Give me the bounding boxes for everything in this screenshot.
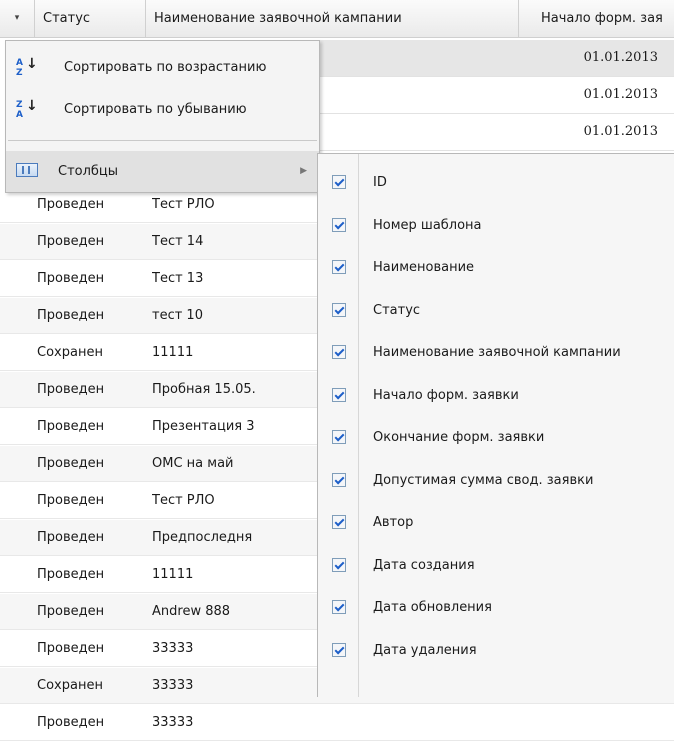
column-checkbox[interactable]	[332, 600, 346, 614]
campaign-name-cell: 33333	[152, 641, 194, 656]
column-toggle-label: Дата удаления	[373, 642, 477, 658]
column-menu-arrow-icon[interactable]: ▾	[0, 0, 34, 37]
status-cell: Проведен	[37, 382, 105, 397]
columns-label: Столбцы	[58, 164, 119, 179]
campaign-name-cell: 11111	[152, 567, 194, 582]
status-cell: Проведен	[37, 234, 105, 249]
grid-header: ▾ Статус Наименование заявочной кампании…	[0, 0, 674, 38]
column-checkbox[interactable]	[332, 472, 346, 487]
sort-descending-item[interactable]: Z A ↓ Сортировать по убыванию	[6, 89, 319, 131]
column-toggle-label: Статус	[373, 302, 421, 318]
column-checkbox[interactable]	[332, 387, 346, 402]
columns-menu-item[interactable]: Столбцы ▶	[6, 151, 319, 192]
column-checkbox[interactable]	[332, 345, 346, 359]
column-toggle-item[interactable]: Окончание форм. заявки	[318, 417, 673, 459]
campaign-name-cell: Предпоследня	[152, 530, 253, 545]
column-toggle-item[interactable]: Номер шаблона	[318, 205, 673, 247]
campaign-name-cell: Презентация 3	[152, 419, 255, 434]
sort-ascending-label: Сортировать по возрастанию	[64, 60, 267, 75]
menu-divider	[8, 140, 317, 141]
sort-descending-label: Сортировать по убыванию	[64, 102, 247, 117]
campaign-name-cell: Тест 14	[152, 234, 204, 249]
start-date-cell: 01.01.2013	[583, 50, 658, 65]
column-checkbox[interactable]	[332, 217, 346, 232]
start-date-cell: 01.01.2013	[583, 87, 658, 102]
column-toggle-label: Начало форм. заявки	[373, 387, 519, 403]
campaign-name-cell: ОМС на май	[152, 456, 234, 471]
table-row[interactable]: Проведен 33333	[0, 705, 674, 741]
status-cell: Проведен	[37, 604, 105, 619]
column-toggle-label: Наименование	[373, 260, 475, 275]
table-row[interactable]: 01.01.2013	[318, 77, 674, 114]
column-toggle-item[interactable]: Начало форм. заявки	[318, 375, 673, 417]
column-checkbox[interactable]	[332, 302, 346, 317]
column-checkbox[interactable]	[332, 175, 346, 189]
column-toggle-label: Дата обновления	[373, 600, 492, 615]
column-header-campaign-name[interactable]: Наименование заявочной кампании	[145, 0, 517, 37]
status-cell: Проведен	[37, 641, 105, 656]
status-cell: Проведен	[37, 530, 105, 545]
table-row[interactable]: 01.01.2013	[318, 40, 674, 77]
columns-submenu: ID Номер шаблона Наименование Статус Наимено…	[317, 153, 674, 697]
column-header-start-date[interactable]: Начало форм. зая	[518, 0, 674, 37]
status-cell: Проведен	[37, 419, 105, 434]
status-cell: Проведен	[37, 567, 105, 582]
column-toggle-label: Окончание форм. заявки	[373, 430, 545, 445]
column-toggle-item[interactable]: Допустимая сумма свод. заявки	[318, 460, 673, 502]
column-toggle-item[interactable]: Автор	[318, 502, 673, 544]
column-checkbox[interactable]	[332, 557, 346, 572]
table-row[interactable]: 01.01.2013	[318, 114, 674, 151]
column-toggle-label: Автор	[373, 515, 414, 530]
status-cell: Проведен	[37, 493, 105, 508]
campaign-name-cell: 33333	[152, 715, 194, 730]
campaign-name-cell: Пробная 15.05.	[152, 382, 256, 397]
column-toggle-item[interactable]: Наименование	[318, 247, 673, 289]
columns-icon	[16, 163, 38, 177]
campaign-name-cell: Тест РЛО	[152, 493, 215, 508]
status-cell: Проведен	[37, 308, 105, 323]
column-toggle-item[interactable]: Дата обновления	[318, 587, 673, 629]
status-cell: Сохранен	[37, 678, 103, 693]
sort-descending-icon: Z A ↓	[16, 98, 38, 120]
column-toggle-label: Наименование заявочной кампании	[373, 345, 621, 360]
column-toggle-item[interactable]: Дата создания	[318, 545, 673, 587]
column-toggle-item[interactable]: Наименование заявочной кампании	[318, 332, 673, 374]
column-context-menu: A Z ↓ Сортировать по возрастанию Z A ↓ С…	[5, 40, 320, 193]
status-cell: Проведен	[37, 271, 105, 286]
column-toggle-item[interactable]: Статус	[318, 290, 673, 332]
column-checkbox[interactable]	[332, 430, 346, 444]
column-checkbox[interactable]	[332, 515, 346, 529]
sort-ascending-item[interactable]: A Z ↓ Сортировать по возрастанию	[6, 47, 319, 89]
start-date-cell: 01.01.2013	[583, 124, 658, 139]
column-toggle-label: ID	[373, 175, 387, 190]
status-cell: Проведен	[37, 715, 105, 730]
submenu-arrow-icon: ▶	[300, 166, 307, 176]
campaign-name-cell: Тест 13	[152, 271, 204, 286]
column-header-status[interactable]: Статус	[34, 0, 144, 37]
column-checkbox[interactable]	[332, 260, 346, 274]
column-toggle-item[interactable]: ID	[318, 162, 673, 204]
campaign-name-cell: Andrew 888	[152, 604, 231, 619]
column-toggle-label: Дата создания	[373, 557, 475, 573]
campaign-name-cell: тест 10	[152, 308, 203, 323]
column-toggle-label: Номер шаблона	[373, 217, 482, 233]
campaign-name-cell: 33333	[152, 678, 194, 693]
status-cell: Сохранен	[37, 345, 103, 360]
column-checkbox[interactable]	[332, 642, 346, 657]
status-cell: Проведен	[37, 456, 105, 471]
campaign-name-cell: 11111	[152, 345, 194, 360]
column-toggle-item[interactable]: Дата удаления	[318, 630, 673, 672]
sort-ascending-icon: A Z ↓	[16, 56, 38, 78]
column-toggle-label: Допустимая сумма свод. заявки	[373, 472, 594, 488]
